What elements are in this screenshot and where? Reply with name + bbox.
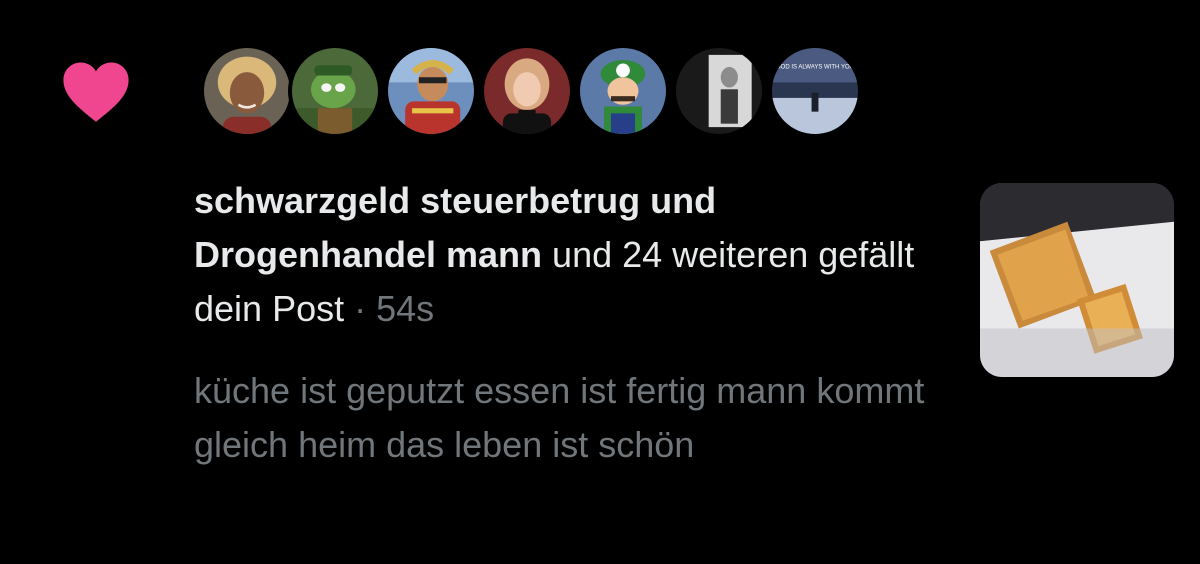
avatar-7[interactable]: GOD IS ALWAYS WITH YOU <box>768 44 862 138</box>
avatar-7-caption: GOD IS ALWAYS WITH YOU <box>776 65 854 71</box>
avatar-3[interactable] <box>384 44 478 138</box>
timestamp: 54s <box>376 288 435 329</box>
avatar-2[interactable] <box>288 44 382 138</box>
avatar-1[interactable] <box>200 44 294 138</box>
like-notification[interactable]: GOD IS ALWAYS WITH YOU schwarzgeld steue… <box>0 0 1200 564</box>
separator-dot: · <box>354 288 367 329</box>
post-preview-text[interactable]: küche ist geputzt essen ist fertig mann … <box>194 364 934 472</box>
post-thumbnail[interactable] <box>980 183 1174 377</box>
heart-icon <box>62 60 130 124</box>
notification-text: schwarzgeld steuerbetrug und Drogenhande… <box>194 174 934 336</box>
avatar-5[interactable] <box>576 44 670 138</box>
avatar-6[interactable] <box>672 44 766 138</box>
avatar-4[interactable] <box>480 44 574 138</box>
